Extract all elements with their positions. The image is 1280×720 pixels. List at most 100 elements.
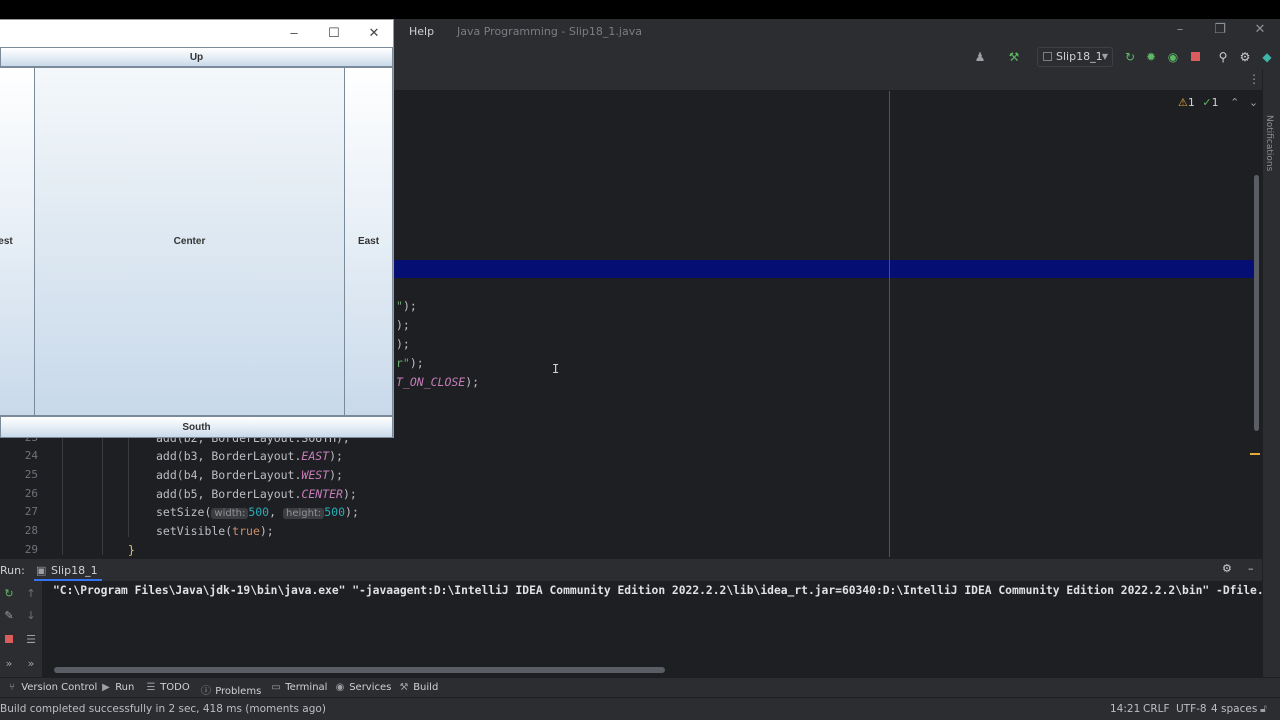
tool-tab-build[interactable]: ⚒ Build: [398, 682, 439, 693]
coverage-icon[interactable]: ◉: [1165, 49, 1181, 65]
code-line-24: add(b3, BorderLayout.EAST);: [156, 449, 343, 463]
chevron-down-icon: ▼: [1101, 52, 1108, 61]
close-icon[interactable]: ✕: [1250, 22, 1270, 40]
more-icon[interactable]: »: [2, 657, 16, 671]
code-line-27: setSize(width: 500, height: 500);: [156, 505, 359, 519]
east-button[interactable]: East: [344, 67, 393, 416]
run-console[interactable]: ↻ ↑ ✎ ↓ ☰ » » "C:\Program Files\Java\jdk…: [0, 581, 1264, 677]
caret-position[interactable]: 14:21: [1110, 703, 1140, 715]
swing-titlebar[interactable]: – ☐ ✕: [0, 20, 393, 47]
indent-guide: [128, 437, 129, 537]
up-arrow-icon[interactable]: ↑: [24, 587, 38, 601]
stop-icon[interactable]: [2, 633, 16, 647]
center-button[interactable]: Center: [34, 67, 345, 416]
status-bar: Build completed successfully in 2 sec, 4…: [0, 697, 1280, 720]
line-number: 25: [24, 468, 38, 481]
code-fragment: T_ON_CLOSE);: [396, 375, 480, 389]
rerun-icon[interactable]: ↻: [2, 587, 16, 601]
west-button[interactable]: West: [0, 67, 35, 416]
play-icon: ▶: [102, 682, 110, 693]
chevron-up-icon[interactable]: ⌃: [1230, 96, 1239, 109]
south-button[interactable]: South: [0, 416, 393, 438]
soft-wrap-icon[interactable]: ☰: [24, 633, 38, 647]
info-icon: ⓘ: [201, 686, 211, 697]
inspection-widget[interactable]: ⚠1 ✓1 ⌃ ⌄: [1178, 96, 1258, 109]
run-tab[interactable]: Slip18_1: [51, 564, 98, 577]
stop-icon[interactable]: [1187, 49, 1203, 65]
code-fragment: ");: [396, 299, 417, 313]
close-icon[interactable]: ✕: [364, 24, 384, 42]
menu-help[interactable]: Help: [409, 25, 434, 38]
text-cursor-icon: I: [552, 362, 560, 376]
editor-scrollbar[interactable]: [1254, 175, 1259, 431]
code-fragment: r");: [396, 356, 424, 370]
plugin-logo-icon[interactable]: ◆: [1259, 49, 1275, 65]
warning-marker[interactable]: [1250, 453, 1260, 455]
branch-icon: ⑂: [9, 682, 15, 693]
restore-icon[interactable]: ❐: [1210, 22, 1230, 40]
hide-panel-icon[interactable]: –: [1248, 562, 1254, 575]
user-icon[interactable]: ♟: [972, 49, 988, 65]
indent-guide: [62, 437, 63, 555]
services-icon: ◉: [335, 682, 345, 693]
minimize-icon[interactable]: –: [284, 24, 304, 42]
lock-icon[interactable]: 🔓︎: [1260, 703, 1267, 716]
line-number: 24: [24, 449, 38, 462]
more-icon[interactable]: »: [24, 657, 38, 671]
param-hint: width:: [211, 508, 249, 519]
more-vertical-icon[interactable]: ⋮: [1248, 72, 1260, 86]
minimize-icon[interactable]: –: [1170, 22, 1190, 40]
wrench-icon[interactable]: ✎: [2, 609, 16, 623]
run-label: Run:: [0, 564, 25, 577]
rerun-icon[interactable]: ↻: [1122, 49, 1138, 65]
build-hammer-icon[interactable]: ⚒: [1006, 49, 1022, 65]
tool-window-bar: ⑂ Version Control ▶ Run ☰ TODO ⓘ Problem…: [0, 677, 1280, 697]
console-output: "C:\Program Files\Java\jdk-19\bin\java.e…: [53, 584, 1264, 597]
indent-setting[interactable]: 4 spaces: [1211, 703, 1257, 715]
notifications-tab[interactable]: Notifications: [1264, 115, 1274, 171]
gear-icon[interactable]: ⚙: [1237, 49, 1253, 65]
search-icon[interactable]: ⚲: [1215, 49, 1231, 65]
tool-tab-problems[interactable]: ⓘ Problems: [200, 682, 261, 697]
console-tab-icon: ▣: [36, 564, 47, 577]
right-margin-guide: [889, 91, 890, 557]
terminal-icon: ▭: [271, 682, 281, 693]
selected-line-highlight: [394, 260, 1256, 278]
file-encoding[interactable]: UTF-8: [1176, 703, 1207, 715]
tool-tab-services[interactable]: ◉ Services: [334, 682, 392, 693]
hammer-icon: ⚒: [399, 682, 409, 693]
closing-brace: }: [128, 543, 135, 557]
code-line-26: add(b5, BorderLayout.CENTER);: [156, 487, 357, 501]
tool-tab-version-control[interactable]: ⑂ Version Control: [6, 682, 97, 693]
debug-icon[interactable]: ✹: [1143, 49, 1159, 65]
down-arrow-icon[interactable]: ↓: [24, 609, 38, 623]
tool-tab-run[interactable]: ▶ Run: [100, 682, 134, 693]
code-fragment: );: [396, 318, 410, 332]
gear-icon[interactable]: ⚙: [1222, 562, 1232, 575]
chevron-down-icon[interactable]: ⌄: [1249, 96, 1258, 109]
run-config-label: Slip18_1: [1056, 50, 1103, 63]
config-icon: [1043, 52, 1052, 61]
tool-tab-terminal[interactable]: ▭ Terminal: [270, 682, 327, 693]
run-configuration-select[interactable]: Slip18_1 ▼: [1037, 47, 1113, 67]
status-message[interactable]: Build completed successfully in 2 sec, 4…: [0, 703, 326, 715]
tool-tab-todo[interactable]: ☰ TODO: [145, 682, 190, 693]
swing-frame: – ☐ ✕ Up West Center East South: [0, 19, 394, 438]
code-line-25: add(b4, BorderLayout.WEST);: [156, 468, 343, 482]
run-actions: ↻ ↑ ✎ ↓ ☰ » »: [0, 581, 42, 677]
code-line-28: setVisible(true);: [156, 524, 274, 538]
list-icon: ☰: [146, 682, 156, 693]
console-h-scrollbar[interactable]: [54, 667, 665, 673]
indent-guide: [102, 437, 103, 555]
maximize-icon[interactable]: ☐: [324, 24, 344, 42]
run-panel-header: Run: ▣ Slip18_1 ⚙ –: [0, 559, 1262, 581]
line-separator[interactable]: CRLF: [1143, 703, 1170, 715]
check-icon: ✓: [1202, 96, 1212, 109]
line-number: 27: [24, 505, 38, 518]
param-hint: height:: [282, 508, 325, 519]
north-button[interactable]: Up: [0, 47, 393, 67]
line-number: 29: [24, 543, 38, 556]
window-title: Java Programming - Slip18_1.java: [457, 25, 642, 38]
line-number: 26: [24, 487, 38, 500]
code-fragment: );: [396, 337, 410, 351]
